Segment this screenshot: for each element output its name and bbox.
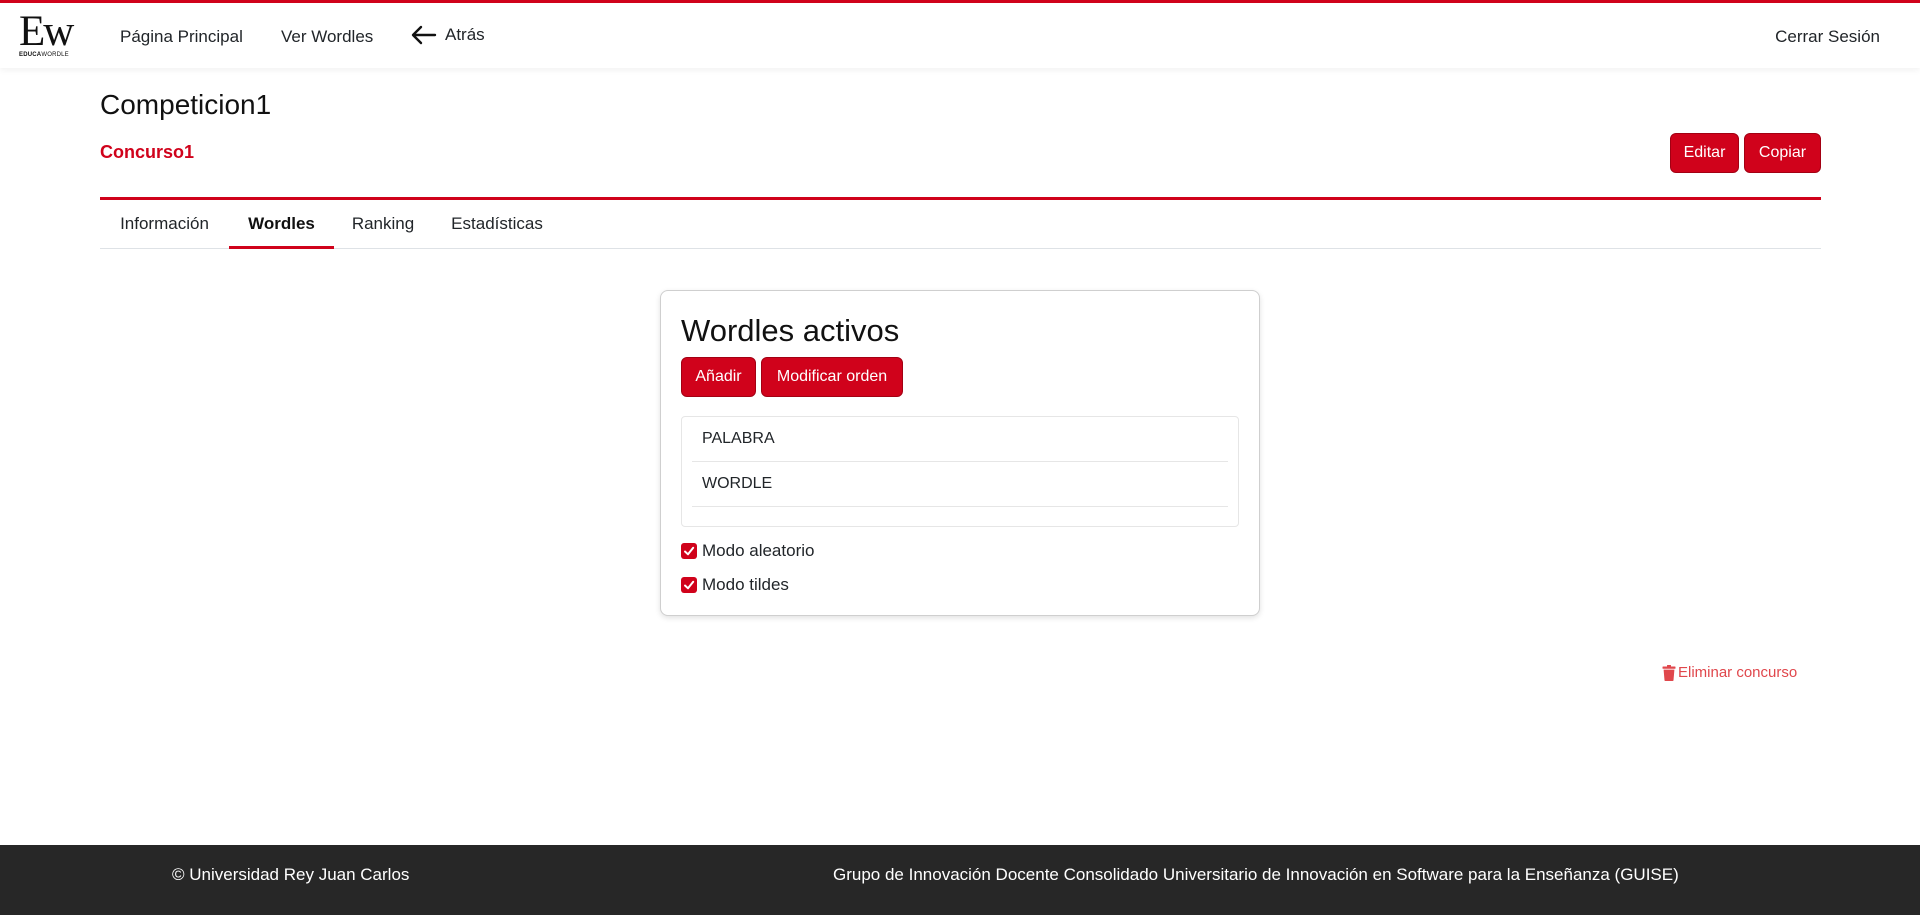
nav-wordles-link[interactable]: Ver Wordles (281, 27, 373, 47)
contest-name: Concurso1 (100, 142, 195, 162)
nav-home-link[interactable]: Página Principal (120, 27, 243, 47)
nav-back-label: Atrás (445, 25, 485, 44)
arrow-left-icon (411, 25, 437, 45)
random-mode-option: Modo aleatorio (681, 541, 814, 561)
tab-ranking[interactable]: Ranking (334, 200, 432, 249)
delete-contest-label: Eliminar concurso (1678, 664, 1798, 681)
delete-contest-link[interactable]: Eliminar concurso (1662, 664, 1797, 681)
tab-bar: Información Wordles Ranking Estadísticas (100, 200, 1821, 249)
footer: © Universidad Rey Juan Carlos Grupo de I… (0, 845, 1920, 915)
active-wordles-card: Wordles activos Añadir Modificar orden P… (660, 290, 1260, 616)
add-wordle-button[interactable]: Añadir (681, 357, 756, 397)
list-item[interactable]: PALABRA (692, 417, 1228, 462)
checkmark-icon (684, 580, 695, 590)
copy-button[interactable]: Copiar (1744, 133, 1821, 173)
random-mode-checkbox[interactable] (681, 543, 697, 559)
trash-icon (1662, 664, 1676, 681)
card-title: Wordles activos (681, 313, 900, 348)
logo-letters: Ew (19, 8, 74, 55)
accent-mode-label: Modo tildes (702, 575, 789, 594)
accent-mode-option: Modo tildes (681, 575, 789, 595)
top-navbar: Ew EDUCAWORDLE Página Principal Ver Word… (0, 0, 1920, 68)
page-title: Competicion1 (100, 89, 272, 120)
footer-group: Grupo de Innovación Docente Consolidado … (833, 865, 1679, 884)
edit-button[interactable]: Editar (1670, 133, 1739, 173)
footer-copyright: © Universidad Rey Juan Carlos (172, 865, 410, 884)
logo-sub-text: WORDLE (41, 52, 69, 58)
logo-sub-bold: EDUCA (19, 52, 42, 58)
logout-link[interactable]: Cerrar Sesión (1775, 27, 1880, 47)
educa-wordle-logo[interactable]: Ew EDUCAWORDLE (19, 8, 81, 63)
tab-estadisticas[interactable]: Estadísticas (432, 200, 562, 249)
tab-informacion[interactable]: Información (100, 200, 229, 249)
random-mode-label: Modo aleatorio (702, 541, 815, 560)
list-item[interactable]: WORDLE (692, 462, 1228, 507)
wordle-list: PALABRA WORDLE (681, 416, 1239, 527)
tab-wordles[interactable]: Wordles (229, 200, 334, 249)
modify-order-button[interactable]: Modificar orden (761, 357, 903, 397)
nav-back-link[interactable]: Atrás (411, 25, 485, 45)
accent-mode-checkbox[interactable] (681, 577, 697, 593)
checkmark-icon (684, 546, 695, 556)
